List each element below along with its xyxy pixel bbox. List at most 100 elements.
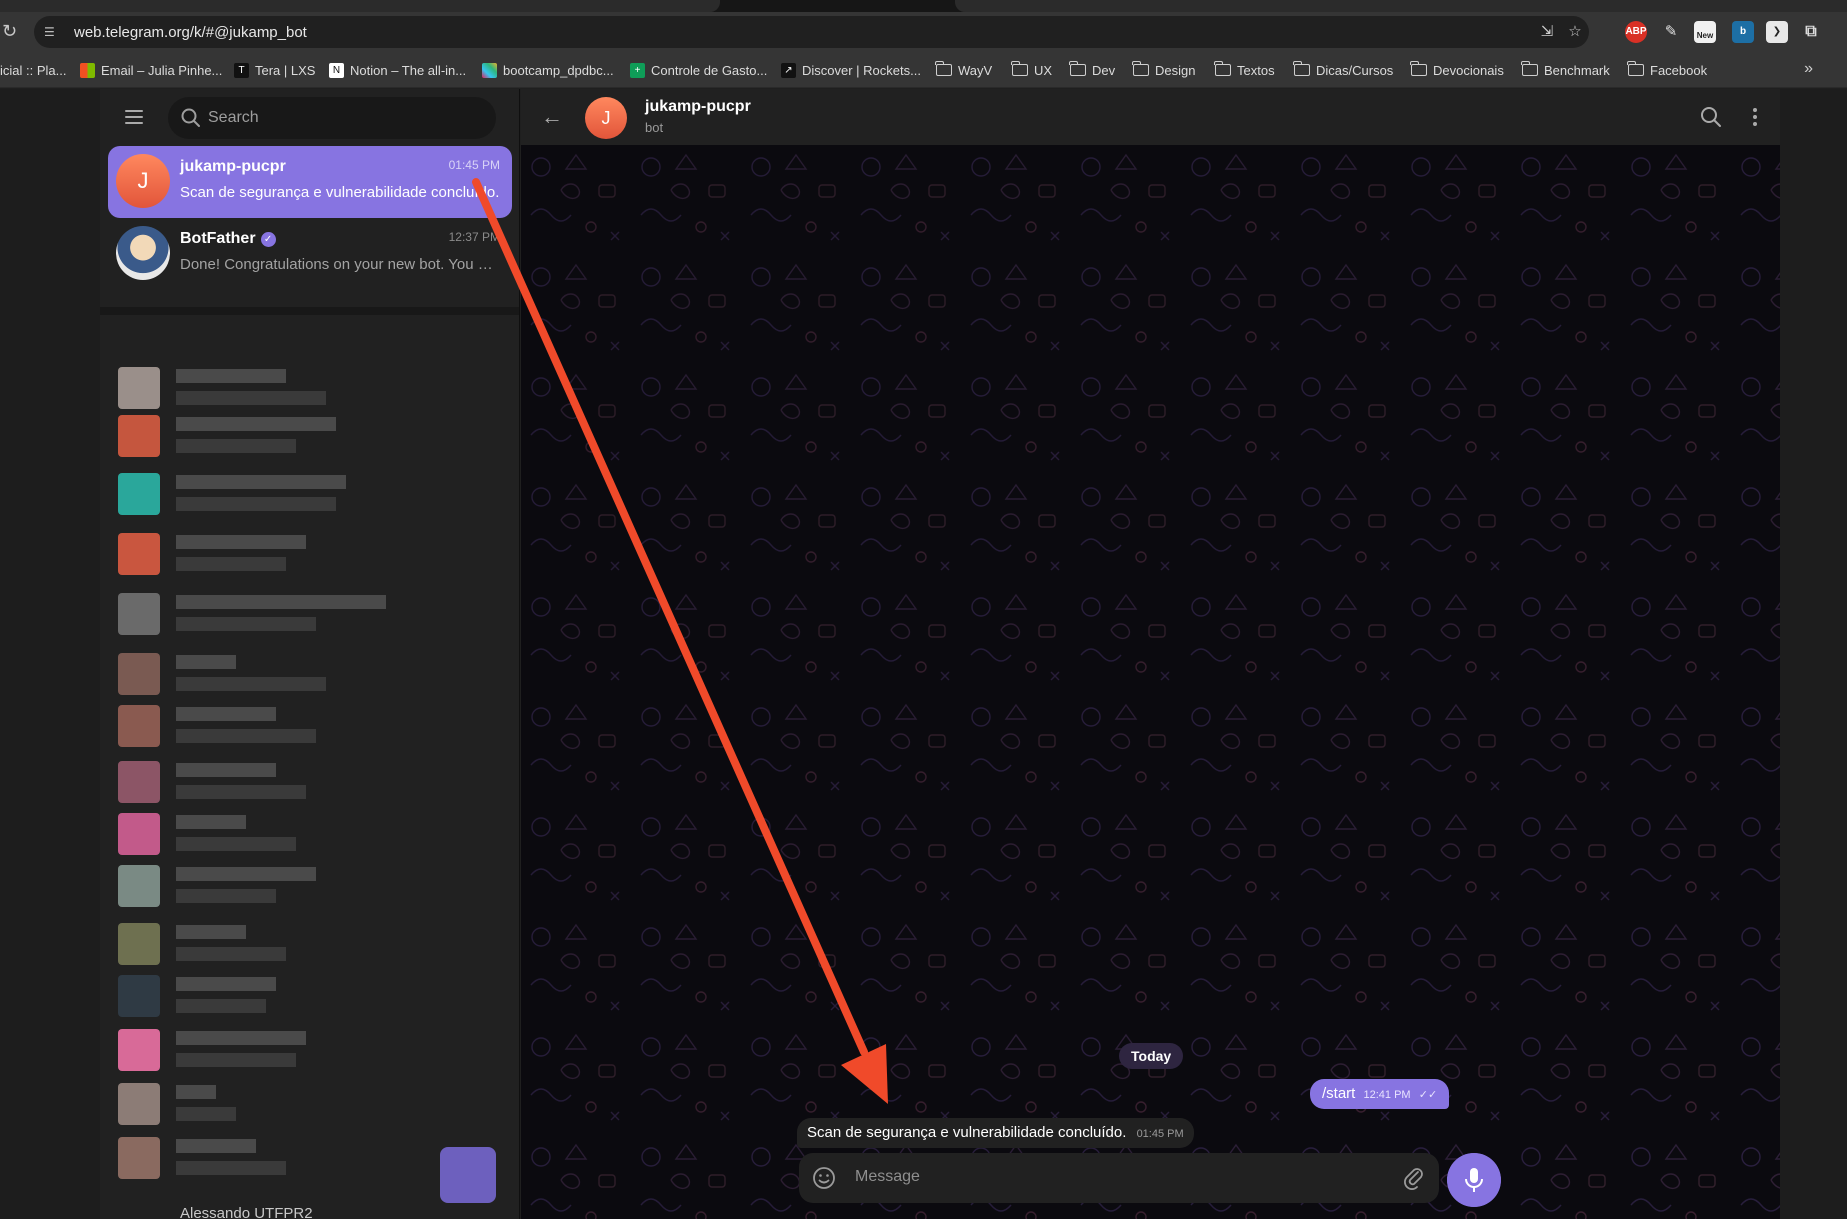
chat-time: 12:37 PM [448,230,500,244]
bookmark-folder[interactable]: UX [1011,61,1053,79]
bookmark-item[interactable]: bootcamp_dpdbc... [482,61,614,79]
list-item[interactable] [108,469,408,519]
chat-name: jukamp-pucpr [180,158,286,175]
message-text: Scan de segurança e vulnerabilidade conc… [807,1124,1127,1141]
message-outgoing[interactable]: /start 12:41 PM ✓✓ [1310,1079,1450,1109]
page-margin-right [1780,89,1847,1219]
page-margin-left [0,89,100,1219]
bookmark-folder[interactable]: Dev [1069,61,1115,79]
extensions-puzzle-icon[interactable]: ⧉ [1800,21,1822,43]
avatar [118,367,160,409]
bookmark-item[interactable]: + Controle de Gasto... [630,61,767,79]
sheets-icon: + [630,62,645,78]
color-picker-extension-icon[interactable]: ✎ [1660,21,1682,43]
chat-name: BotFather ✓ [180,230,276,248]
url-text[interactable]: web.telegram.org/k/#@jukamp_bot [74,24,307,41]
list-item[interactable] [108,1025,408,1075]
bookmark-label: bootcamp_dpdbc... [503,62,614,78]
bookmark-folder[interactable]: WayV [935,61,992,79]
list-item[interactable] [108,589,408,639]
bookmark-label: Dicas/Cursos [1316,62,1394,78]
browser-tab[interactable] [0,0,720,12]
adblock-extension-icon[interactable]: ABP [1625,21,1647,43]
chat-item-botfather[interactable]: BotFather ✓ 12:37 PM Done! Congratulation… [108,218,512,290]
message-composer[interactable]: Message [799,1153,1439,1203]
bookmark-folder[interactable]: Benchmark [1521,61,1610,79]
bookmark-folder[interactable]: Textos [1214,61,1275,79]
bookmark-item[interactable]: ↗ Discover | Rockets... [781,61,921,79]
date-separator: Today [1119,1043,1184,1069]
new-chat-button[interactable] [440,1147,496,1203]
more-bookmarks-icon[interactable]: » [1804,60,1813,78]
avatar [116,226,170,280]
chat-preview: Scan de segurança e vulnerabilidade conc… [180,184,500,201]
bookmark-folder[interactable]: Design [1132,61,1195,79]
avatar [118,653,160,695]
search-input[interactable]: Search [168,97,496,139]
bookmark-extension-icon[interactable]: ❯ [1766,21,1788,43]
avatar [118,1029,160,1071]
folder-icon [935,61,952,76]
bookmark-label: Discover | Rockets... [802,62,921,78]
emoji-icon[interactable] [811,1165,837,1191]
list-item[interactable] [108,649,408,699]
bookmark-item[interactable]: icial :: Pla... [0,61,66,79]
list-item[interactable] [108,1079,408,1129]
chat-item-jukamp-pucpr[interactable]: J jukamp-pucpr 01:45 PM Scan de seguranç… [108,146,512,218]
avatar[interactable]: J [585,97,627,139]
microsoft-icon [80,62,95,78]
reload-icon[interactable]: ↻ [2,20,24,42]
bookmark-folder[interactable]: Dicas/Cursos [1293,61,1394,79]
avatar [118,813,160,855]
list-item[interactable] [108,919,408,969]
bookmark-label: Benchmark [1544,62,1610,78]
address-bar[interactable]: ☰ web.telegram.org/k/#@jukamp_bot ⇲ ☆ [34,16,1589,48]
chat-time: 01:45 PM [448,158,500,172]
microphone-icon[interactable] [1447,1153,1501,1207]
bookmark-folder[interactable]: Facebook [1627,61,1708,79]
browser-tab-strip [0,0,1847,12]
section-divider [100,307,519,315]
site-settings-icon[interactable]: ☰ [44,25,60,39]
bookmark-label: Notion – The all-in... [350,62,467,78]
list-item[interactable] [108,411,408,461]
avatar [118,415,160,457]
list-item[interactable] [108,701,408,751]
list-item[interactable] [108,757,408,807]
browser-tab[interactable] [955,0,1847,12]
hamburger-menu-icon[interactable] [122,105,146,129]
new-extension-icon[interactable]: New [1694,21,1716,43]
bookmark-item[interactable]: N Notion – The all-in... [329,61,466,79]
avatar: J [116,154,170,208]
list-item[interactable] [108,971,408,1021]
bookmark-item[interactable]: Email – Julia Pinhe... [80,61,222,79]
back-arrow-icon[interactable]: ← [541,103,569,131]
install-app-icon[interactable]: ⇲ [1537,22,1557,42]
message-time: 01:45 PM [1136,1128,1184,1140]
list-item[interactable] [108,809,408,859]
b-extension-icon[interactable]: b [1732,21,1754,43]
bookmark-item[interactable]: T Tera | LXS [234,61,315,79]
list-item[interactable] [108,529,408,579]
notion-icon: N [329,62,344,78]
search-icon[interactable] [1697,103,1725,131]
message-incoming[interactable]: Scan de segurança e vulnerabilidade conc… [797,1118,1194,1148]
bookmark-folder[interactable]: Devocionais [1410,61,1504,79]
folder-icon [1011,61,1028,76]
folder-icon [1132,61,1149,76]
avatar [118,761,160,803]
chat-header: ← J jukamp-pucpr bot [521,89,1780,145]
chat-panel: ← J jukamp-pucpr bot Today /start 12:41 … [521,89,1780,1219]
message-input[interactable]: Message [855,1168,920,1186]
chat-list-sidebar: Search J jukamp-pucpr 01:45 PM Scan de s… [100,89,520,1219]
folder-icon [1410,61,1427,76]
list-item[interactable] [108,1133,408,1183]
list-item[interactable] [108,861,408,911]
list-item[interactable] [108,363,408,413]
attach-paperclip-icon[interactable] [1401,1165,1427,1191]
bookmark-label: Facebook [1650,62,1708,78]
bookmark-label: UX [1034,62,1053,78]
chat-title[interactable]: jukamp-pucpr [645,98,751,116]
bookmark-star-icon[interactable]: ☆ [1565,22,1585,42]
more-options-icon[interactable] [1741,103,1769,131]
